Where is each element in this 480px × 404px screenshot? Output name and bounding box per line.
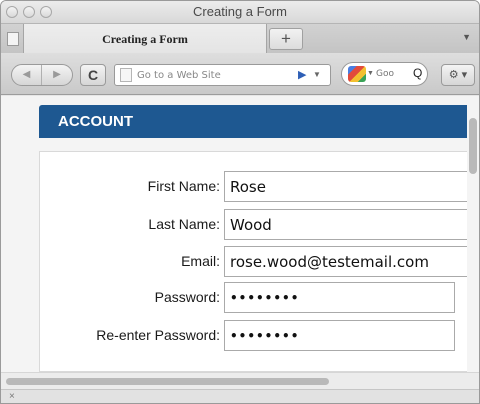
last-name-row: Last Name:	[40, 209, 479, 240]
tab-label: Creating a Form	[102, 32, 188, 46]
window-title: Creating a Form	[193, 4, 287, 19]
tab-creating-a-form[interactable]: Creating a Form	[23, 24, 267, 54]
last-name-field[interactable]	[224, 209, 479, 240]
go-icon[interactable]: ▶	[298, 68, 306, 81]
reenter-password-row: Re-enter Password:	[40, 320, 479, 351]
vertical-scroll-thumb[interactable]	[469, 118, 477, 174]
zoom-window-button[interactable]	[40, 6, 52, 18]
search-engine-dropdown-icon[interactable]: ▼	[367, 70, 374, 77]
first-name-field[interactable]	[224, 171, 479, 202]
account-form: First Name: Last Name: Email: Password: …	[39, 151, 479, 372]
email-label: Email:	[181, 253, 220, 269]
minimize-window-button[interactable]	[23, 6, 35, 18]
address-input[interactable]	[137, 65, 287, 85]
close-icon[interactable]: ×	[9, 391, 15, 402]
password-label: Password:	[154, 289, 220, 305]
reload-button[interactable]: C	[80, 64, 106, 86]
tab-bar: Creating a Form + ▼	[1, 23, 479, 54]
history-dropdown-icon[interactable]: ▼	[313, 70, 321, 79]
browser-window: Creating a Form Creating a Form + ▼ ◀ ▶ …	[0, 0, 480, 404]
new-tab-button[interactable]: +	[269, 28, 303, 50]
reenter-password-label: Re-enter Password:	[96, 327, 220, 343]
back-forward-group: ◀ ▶	[11, 64, 73, 86]
search-bar: ▼ Q	[341, 62, 428, 86]
email-field[interactable]	[224, 246, 479, 277]
first-name-row: First Name:	[40, 171, 479, 202]
horizontal-scroll-thumb[interactable]	[6, 378, 329, 385]
search-input[interactable]	[376, 65, 414, 83]
site-icon	[120, 68, 132, 82]
settings-button[interactable]: ⚙ ▾	[441, 64, 475, 86]
horizontal-scrollbar[interactable]	[1, 372, 479, 389]
email-row: Email:	[40, 246, 479, 277]
first-name-label: First Name:	[147, 178, 220, 194]
back-button[interactable]: ◀	[12, 65, 42, 85]
password-row: Password:	[40, 282, 479, 313]
title-bar: Creating a Form	[1, 1, 479, 23]
password-field[interactable]	[224, 282, 455, 313]
account-header: ACCOUNT	[39, 105, 479, 138]
forward-button[interactable]: ▶	[42, 65, 72, 85]
navigation-toolbar: ◀ ▶ C ▶ ▼ ▼ Q ⚙ ▾	[1, 53, 479, 95]
google-icon[interactable]	[348, 66, 366, 82]
search-icon[interactable]: Q	[413, 66, 422, 80]
address-bar: ▶ ▼	[114, 64, 331, 86]
status-bar: ×	[1, 389, 479, 403]
reenter-password-field[interactable]	[224, 320, 455, 351]
section-title: ACCOUNT	[58, 113, 133, 130]
last-name-label: Last Name:	[148, 216, 220, 232]
tab-menu-icon[interactable]: ▼	[462, 32, 471, 42]
close-window-button[interactable]	[6, 6, 18, 18]
vertical-scrollbar[interactable]	[467, 96, 479, 372]
page-viewport: ACCOUNT First Name: Last Name: Email: Pa…	[1, 96, 479, 372]
page-icon	[7, 32, 19, 46]
